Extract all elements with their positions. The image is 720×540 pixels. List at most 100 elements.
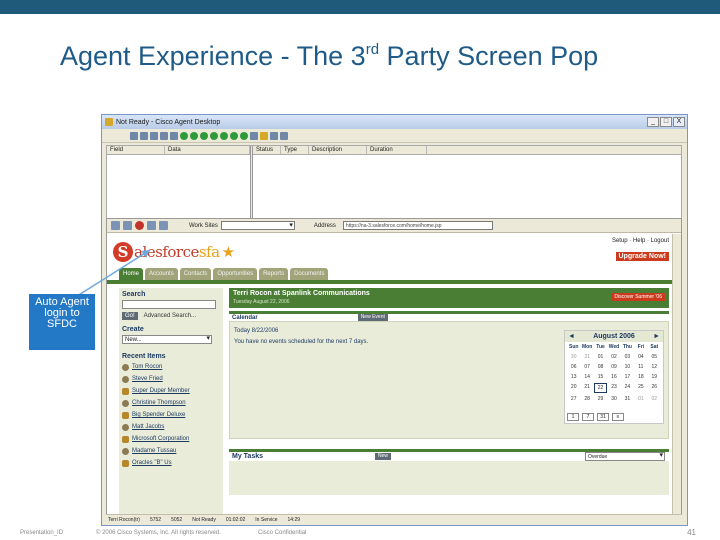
calendar-day[interactable]: 17	[621, 373, 634, 381]
field-column[interactable]: Field	[107, 146, 165, 154]
calendar-day[interactable]: 30	[567, 353, 580, 361]
calendar-day[interactable]: 21	[580, 383, 593, 393]
record-icon[interactable]	[230, 131, 238, 140]
recent-item[interactable]: Microsoft Corporation	[119, 433, 223, 445]
status-bar: Terri Rocon(tr) 5752 5052 Not Ready 01:0…	[106, 514, 682, 525]
calendar-day[interactable]: 18	[634, 373, 647, 381]
discover-button[interactable]: Discover Summer '06	[611, 293, 665, 301]
tab-documents[interactable]: Documents	[290, 268, 329, 280]
edit-icon[interactable]	[270, 131, 278, 140]
chat-icon[interactable]	[220, 131, 228, 140]
tab-contacts[interactable]: Contacts	[179, 268, 212, 280]
calendar-day[interactable]: 08	[594, 363, 607, 371]
phone-icon[interactable]	[140, 131, 148, 140]
calendar-day[interactable]: 09	[607, 363, 620, 371]
month-view-button[interactable]: 31	[597, 413, 609, 421]
new-task-button[interactable]: New	[375, 453, 392, 460]
description-column[interactable]: Description	[309, 146, 367, 154]
advanced-search-link[interactable]: Advanced Search...	[144, 313, 196, 319]
forward-icon[interactable]	[123, 221, 132, 230]
work-not-ready-icon[interactable]	[210, 131, 218, 140]
login-icon[interactable]	[130, 131, 138, 140]
refresh-icon[interactable]	[147, 221, 156, 230]
top-links[interactable]: Setup · Help · Logout	[612, 238, 669, 244]
calendar-day[interactable]: 27	[567, 395, 580, 403]
calendar-day[interactable]: 05	[648, 353, 661, 361]
calendar-day[interactable]: 06	[567, 363, 580, 371]
list-view-button[interactable]: ≡	[612, 413, 624, 421]
stop-icon[interactable]	[135, 221, 144, 230]
calendar-day[interactable]: 12	[648, 363, 661, 371]
new-event-button[interactable]: New Event	[357, 314, 388, 321]
search-input[interactable]	[122, 300, 216, 309]
next-month-button[interactable]: ►	[653, 333, 660, 340]
tab-accounts[interactable]: Accounts	[145, 268, 178, 280]
calendar-day[interactable]: 31	[621, 395, 634, 403]
recent-item[interactable]: Madame Tussau	[119, 445, 223, 457]
note-icon[interactable]	[260, 131, 268, 140]
type-column[interactable]: Type	[281, 146, 309, 154]
recent-item[interactable]: Steve Fried	[119, 373, 223, 385]
recent-item[interactable]: Oracles "B" Us	[119, 457, 223, 469]
recent-item[interactable]: Christine Thompson	[119, 397, 223, 409]
work-sites-select[interactable]	[220, 221, 295, 230]
week-view-button[interactable]: 7	[582, 413, 594, 421]
calendar-day[interactable]: 10	[621, 363, 634, 371]
vertical-scrollbar[interactable]	[672, 234, 681, 514]
ready-icon[interactable]	[180, 131, 188, 140]
recent-item[interactable]: Tom Rocon	[119, 361, 223, 373]
not-ready-icon[interactable]	[190, 131, 198, 140]
minimize-button[interactable]: _	[647, 117, 659, 127]
calendar-day[interactable]: 23	[607, 383, 620, 393]
tab-opportunities[interactable]: Opportunities	[213, 268, 258, 280]
calendar-day[interactable]: 25	[634, 383, 647, 393]
calendar-day[interactable]: 24	[621, 383, 634, 393]
calendar-day[interactable]: 20	[567, 383, 580, 393]
task-icon[interactable]	[250, 131, 258, 140]
calendar-day[interactable]: 07	[580, 363, 593, 371]
home-icon[interactable]	[159, 221, 168, 230]
calendar-day[interactable]: 14	[580, 373, 593, 381]
close-button[interactable]: X	[673, 117, 685, 127]
calendar-day[interactable]: 16	[607, 373, 620, 381]
back-icon[interactable]	[111, 221, 120, 230]
calendar-day[interactable]: 30	[607, 395, 620, 403]
prev-month-button[interactable]: ◄	[568, 333, 575, 340]
calendar-day[interactable]: 02	[607, 353, 620, 361]
status-column[interactable]: Status	[253, 146, 281, 154]
calendar-day[interactable]: 01	[594, 353, 607, 361]
upgrade-button[interactable]: Upgrade Now!	[615, 252, 669, 261]
calendar-day[interactable]: 31	[580, 353, 593, 361]
recent-item[interactable]: Super Duper Member	[119, 385, 223, 397]
task-filter-select[interactable]: Overdue	[585, 452, 665, 461]
duration-column[interactable]: Duration	[367, 146, 427, 154]
calendar-day[interactable]: 28	[580, 395, 593, 403]
calendar-day[interactable]: 03	[621, 353, 634, 361]
transfer-icon[interactable]	[160, 131, 168, 140]
address-field[interactable]: https://na-3.salesforce.com/home/home.js…	[342, 221, 493, 230]
tab-reports[interactable]: Reports	[259, 268, 289, 280]
calendar-day[interactable]: 13	[567, 373, 580, 381]
recent-item[interactable]: Big Spender Deluxe	[119, 409, 223, 421]
go-button[interactable]: Go!	[122, 312, 138, 320]
work-ready-icon[interactable]	[200, 131, 208, 140]
calendar-day[interactable]: 15	[594, 373, 607, 381]
maximize-button[interactable]: □	[660, 117, 672, 127]
calendar-day[interactable]: 26	[648, 383, 661, 393]
data-column[interactable]: Data	[165, 146, 250, 154]
calendar-day[interactable]: 11	[634, 363, 647, 371]
calendar-day[interactable]: 29	[594, 395, 607, 403]
calendar-day[interactable]: 02	[648, 395, 661, 403]
help-icon[interactable]	[280, 131, 288, 140]
email-icon[interactable]	[240, 131, 248, 140]
tab-home[interactable]: Home	[119, 268, 144, 280]
hold-icon[interactable]	[150, 131, 158, 140]
recent-item[interactable]: Matt Jacobs	[119, 421, 223, 433]
create-select[interactable]: New...	[122, 335, 212, 344]
calendar-day[interactable]: 22	[593, 383, 608, 393]
calendar-day[interactable]: 01	[634, 395, 647, 403]
calendar-day[interactable]: 19	[648, 373, 661, 381]
calendar-day[interactable]: 04	[634, 353, 647, 361]
day-view-button[interactable]: 1	[567, 413, 579, 421]
conference-icon[interactable]	[170, 131, 178, 140]
